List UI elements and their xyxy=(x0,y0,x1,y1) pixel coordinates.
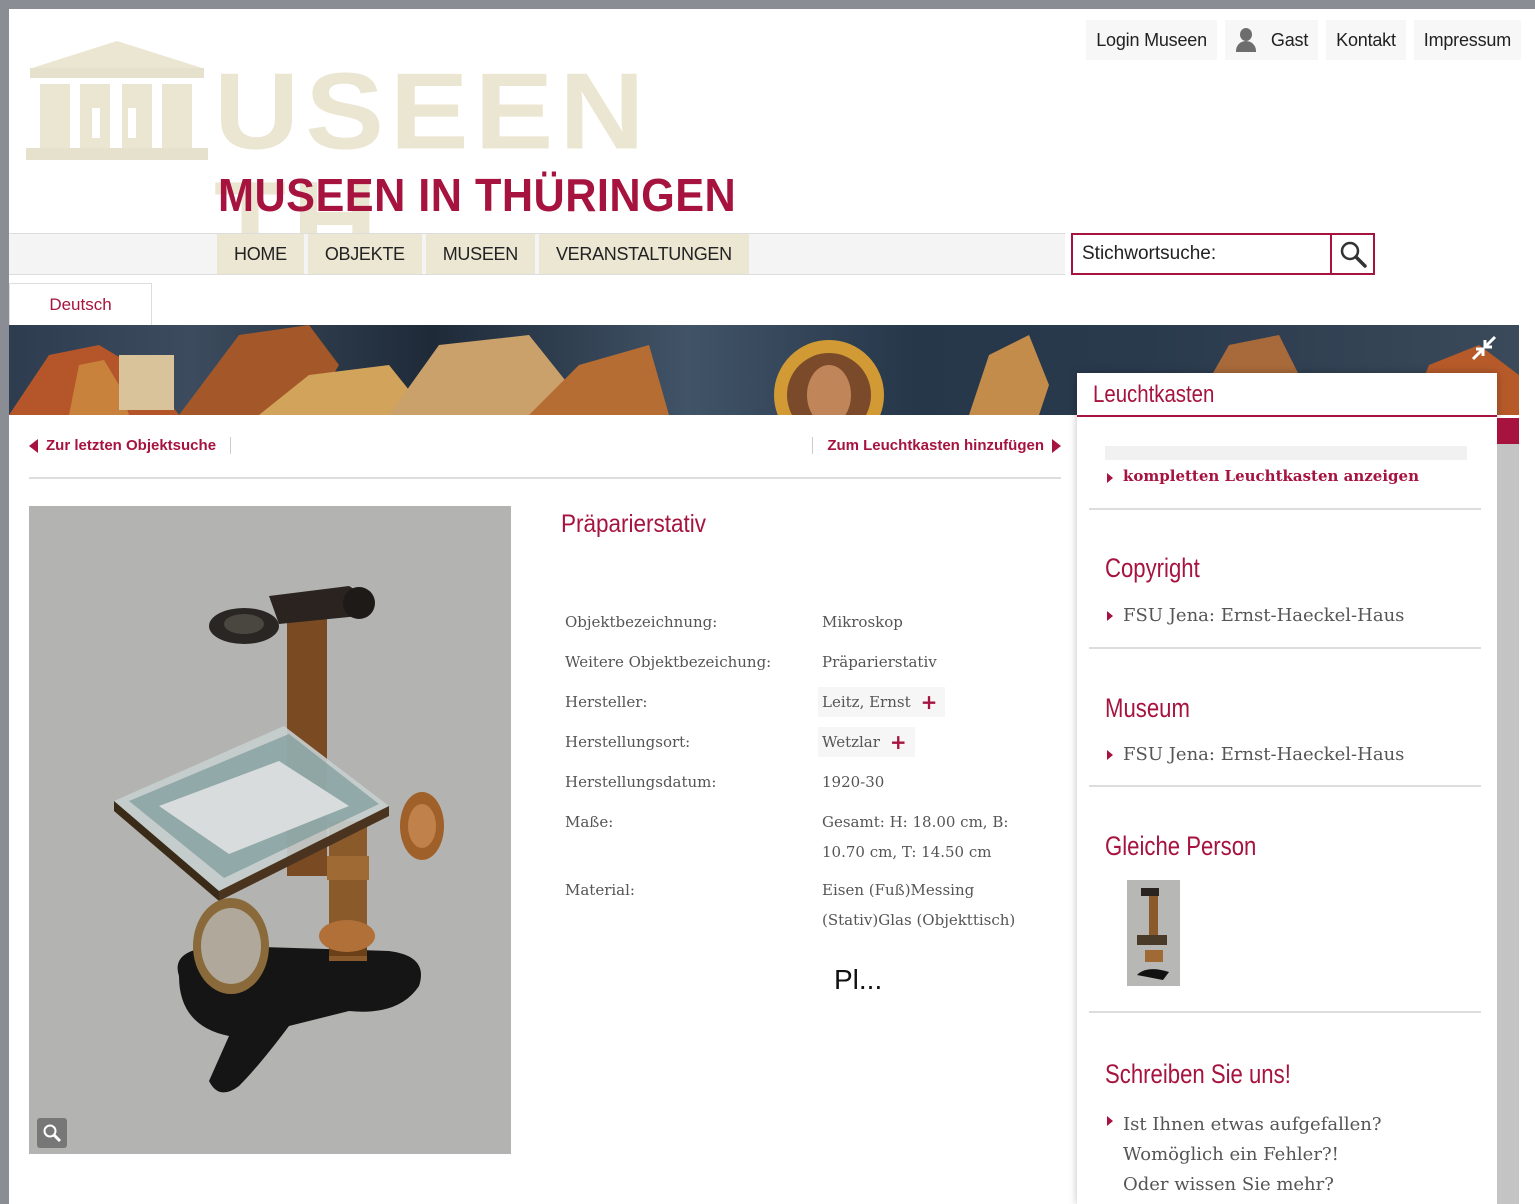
place-link[interactable]: Wetzlar + xyxy=(818,727,915,757)
arrow-right-icon xyxy=(1107,750,1113,760)
logo-subtitle: MUSEEN IN THÜRINGEN xyxy=(218,169,737,221)
keyword-search xyxy=(1071,233,1375,275)
search-button[interactable] xyxy=(1330,235,1373,273)
manufacturer-value: Leitz, Ernst xyxy=(822,693,911,711)
detail-value: Präparierstativ xyxy=(822,653,937,671)
divider xyxy=(1089,508,1481,510)
place-value: Wetzlar xyxy=(822,733,880,751)
microscope-photo xyxy=(114,586,444,1093)
contact-link[interactable]: Kontakt xyxy=(1326,20,1406,60)
add-to-lightbox-link[interactable]: Zum Leuchtkasten hinzufügen xyxy=(812,437,1061,454)
copyright-label: FSU Jena: Ernst-Haeckel-Haus xyxy=(1123,605,1405,626)
detail-label: Herstellungsort: xyxy=(565,733,691,751)
divider xyxy=(1089,785,1481,787)
back-to-search-label: Zur letzten Objektsuche xyxy=(46,437,217,454)
magnifier-icon xyxy=(43,1124,62,1143)
detail-row: Material: Eisen (Fuß)Messing (Stativ)Gla… xyxy=(565,872,1065,935)
top-navigation: Login Museen Gast Kontakt Impressum xyxy=(1078,20,1521,60)
login-link[interactable]: Login Museen xyxy=(1086,20,1217,60)
detail-label: Maße: xyxy=(565,813,614,831)
feedback-line-1: Ist Ihnen etwas aufgefallen? xyxy=(1123,1114,1382,1135)
show-lightbox-link[interactable]: kompletten Leuchtkasten anzeigen xyxy=(1107,467,1419,485)
object-image[interactable] xyxy=(29,506,511,1154)
detail-value: Mikroskop xyxy=(822,613,903,631)
back-to-search-link[interactable]: Zur letzten Objektsuche xyxy=(29,437,232,454)
nav-home[interactable]: HOME xyxy=(217,234,304,274)
nav-veranstaltungen[interactable]: VERANSTALTUNGEN xyxy=(538,234,749,274)
collapse-icon[interactable] xyxy=(1471,335,1497,361)
language-tab[interactable]: Deutsch xyxy=(9,283,152,325)
detail-label: Herstellungsdatum: xyxy=(565,773,717,791)
arrow-right-icon xyxy=(1107,1116,1113,1126)
manufacturer-link[interactable]: Leitz, Ernst + xyxy=(818,687,946,717)
feedback-line-2: Womöglich ein Fehler?! xyxy=(1123,1144,1339,1165)
detail-row: Maße: Gesamt: H: 18.00 cm, B: 10.70 cm, … xyxy=(565,804,1065,872)
nav-museen[interactable]: MUSEEN xyxy=(425,234,535,274)
museum-heading: Museum xyxy=(1105,693,1190,723)
detail-label: Objektbezeichnung: xyxy=(565,613,718,631)
feedback-line-3: Oder wissen Sie mehr? xyxy=(1123,1174,1334,1195)
copyright-heading: Copyright xyxy=(1105,553,1200,583)
detail-label: Hersteller: xyxy=(565,693,648,711)
related-object-thumbnail[interactable] xyxy=(1127,880,1180,986)
arrow-right-icon xyxy=(1107,611,1113,621)
main-navigation: HOME OBJEKTE MUSEEN VERANSTALTUNGEN xyxy=(9,233,1065,275)
login-label: Login Museen xyxy=(1096,29,1207,50)
sidebar-header: Leuchtkasten xyxy=(1077,373,1497,417)
lightbox-strip xyxy=(1105,446,1467,460)
copyright-link[interactable]: FSU Jena: Ernst-Haeckel-Haus xyxy=(1107,605,1404,626)
scrollbar-thumb[interactable] xyxy=(1497,418,1519,444)
sidebar-scrollbar[interactable] xyxy=(1497,418,1519,1204)
feedback-link[interactable]: Ist Ihnen etwas aufgefallen? Womöglich e… xyxy=(1107,1110,1382,1200)
user-icon xyxy=(1235,27,1257,53)
temple-logo-icon xyxy=(26,41,208,160)
arrow-right-icon xyxy=(1107,473,1113,483)
search-input[interactable] xyxy=(1073,235,1331,273)
object-actions-bar: Zur letzten Objektsuche Zum Leuchtkasten… xyxy=(29,433,1061,479)
contact-label: Kontakt xyxy=(1336,29,1396,50)
imprint-link[interactable]: Impressum xyxy=(1413,20,1521,60)
museum-link[interactable]: FSU Jena: Ernst-Haeckel-Haus xyxy=(1107,744,1404,765)
plus-icon: + xyxy=(889,730,907,754)
write-us-heading: Schreiben Sie uns! xyxy=(1105,1059,1291,1089)
museum-label: FSU Jena: Ernst-Haeckel-Haus xyxy=(1123,744,1405,765)
object-details: Objektbezeichnung: Mikroskop Weitere Obj… xyxy=(565,604,1065,935)
zoom-button[interactable] xyxy=(37,1118,67,1148)
guest-label: Gast xyxy=(1270,29,1309,50)
imprint-label: Impressum xyxy=(1423,29,1511,50)
add-to-lightbox-label: Zum Leuchtkasten hinzufügen xyxy=(827,437,1044,454)
site-logo[interactable]: USEEN TH MUSEEN IN THÜRINGEN xyxy=(22,38,736,275)
truncated-text: Pl... xyxy=(834,964,883,995)
detail-value: Gesamt: H: 18.00 cm, B: 10.70 cm, T: 14.… xyxy=(822,813,1009,861)
detail-label: Material: xyxy=(565,881,635,899)
show-lightbox-label: kompletten Leuchtkasten anzeigen xyxy=(1123,467,1419,485)
guest-link[interactable]: Gast xyxy=(1224,20,1319,60)
arrow-right-icon xyxy=(1052,438,1061,453)
divider xyxy=(1089,1011,1481,1013)
search-icon xyxy=(1340,241,1367,268)
object-title: Präparierstativ xyxy=(561,510,707,538)
detail-value: Eisen (Fuß)Messing (Stativ)Glas (Objektt… xyxy=(822,881,1016,929)
detail-label: Weitere Objektbezeichung: xyxy=(565,653,772,671)
divider xyxy=(1089,647,1481,649)
detail-value: 1920-30 xyxy=(822,773,885,791)
lightbox-sidebar: Leuchtkasten kompletten Leuchtkasten anz… xyxy=(1077,373,1497,1204)
sidebar-heading: Leuchtkasten xyxy=(1093,381,1215,408)
arrow-left-icon xyxy=(29,438,38,453)
microscope-thumbnail xyxy=(1137,888,1169,980)
nav-objekte[interactable]: OBJEKTE xyxy=(307,234,422,274)
plus-icon: + xyxy=(920,690,938,714)
same-person-heading: Gleiche Person xyxy=(1105,831,1257,861)
